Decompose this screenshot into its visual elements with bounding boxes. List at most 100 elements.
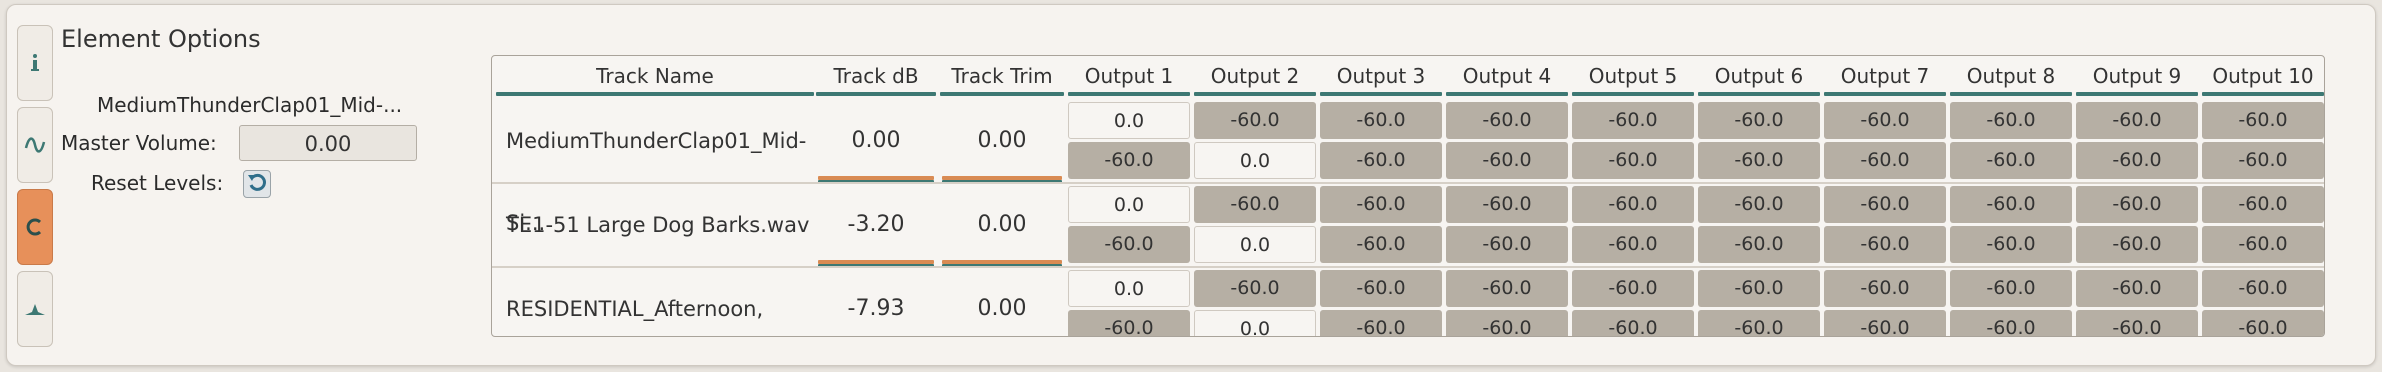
header-underline — [1446, 92, 1568, 96]
element-file-name: MediumThunderClap01_Mid-... — [97, 93, 403, 117]
reset-icon — [247, 172, 267, 196]
output-level-cell[interactable]: -60.0 — [2202, 310, 2324, 336]
output-level-cell[interactable]: -60.0 — [1572, 102, 1694, 139]
wave-icon — [24, 136, 46, 154]
output-level-cell[interactable]: -60.0 — [1950, 226, 2072, 263]
output-level-cell[interactable]: -60.0 — [2076, 142, 2198, 179]
column-header-label: Track Trim — [951, 64, 1053, 88]
output-level-cell[interactable]: -60.0 — [1950, 186, 2072, 223]
output-level-cell[interactable]: -60.0 — [1194, 186, 1316, 223]
output-level-cell[interactable]: -60.0 — [1824, 186, 1946, 223]
output-level-cell[interactable]: -60.0 — [1698, 270, 1820, 307]
column-header-output-7[interactable]: Output 7 — [1824, 56, 1946, 98]
output-level-cell[interactable]: -60.0 — [1572, 226, 1694, 263]
column-header-output-4[interactable]: Output 4 — [1446, 56, 1568, 98]
output-level-cell[interactable]: 0.0 — [1068, 186, 1190, 223]
output-level-cell[interactable]: -60.0 — [1824, 226, 1946, 263]
output-level-cell[interactable]: -60.0 — [2202, 186, 2324, 223]
output-level-cell[interactable]: -60.0 — [1068, 226, 1190, 263]
output-level-cell[interactable]: -60.0 — [1572, 186, 1694, 223]
column-header-output-10[interactable]: Output 10 — [2202, 56, 2324, 98]
output-level-cell[interactable]: 0.0 — [1068, 102, 1190, 139]
track-name-cell[interactable]: MediumThunderClap01_Mid-Si... — [496, 100, 814, 235]
output-level-cell[interactable]: -60.0 — [1194, 102, 1316, 139]
track-trim-cell[interactable]: 0.00 — [940, 184, 1064, 266]
output-level-cell[interactable]: -60.0 — [2076, 186, 2198, 223]
output-level-cell[interactable]: -60.0 — [1572, 142, 1694, 179]
column-header-output-6[interactable]: Output 6 — [1698, 56, 1820, 98]
output-level-cell[interactable]: -60.0 — [1950, 102, 2072, 139]
output-level-cell[interactable]: -60.0 — [1320, 102, 1442, 139]
output-level-cell[interactable]: -60.0 — [1446, 186, 1568, 223]
track-name-cell[interactable]: TE1-51 Large Dog Barks.wav — [496, 184, 814, 266]
output-level-cell[interactable]: -60.0 — [1320, 270, 1442, 307]
output-level-cell[interactable]: -60.0 — [1194, 270, 1316, 307]
output-level-cell[interactable]: -60.0 — [1320, 186, 1442, 223]
column-header-track-name[interactable]: Track Name — [496, 56, 814, 98]
info-icon — [28, 53, 42, 73]
output-level-cell[interactable]: -60.0 — [1320, 142, 1442, 179]
column-header-output-5[interactable]: Output 5 — [1572, 56, 1694, 98]
output-level-cell[interactable]: 0.0 — [1194, 226, 1316, 263]
output-level-cell[interactable]: -60.0 — [1698, 142, 1820, 179]
tab-info[interactable] — [17, 25, 53, 101]
output-level-cell[interactable]: -60.0 — [1572, 270, 1694, 307]
output-level-cell[interactable]: -60.0 — [1698, 186, 1820, 223]
output-level-cell[interactable]: -60.0 — [2202, 226, 2324, 263]
output-level-cell[interactable]: -60.0 — [2202, 102, 2324, 139]
element-options-panel: Element Options MediumThunderClap01_Mid-… — [6, 4, 2376, 366]
master-volume-input[interactable]: 0.00 — [239, 125, 417, 161]
output-level-cell[interactable]: 0.0 — [1194, 310, 1316, 336]
column-header-output-3[interactable]: Output 3 — [1320, 56, 1442, 98]
output-level-cell[interactable]: -60.0 — [1446, 270, 1568, 307]
column-header-track-db[interactable]: Track dB — [816, 56, 936, 98]
tab-routing[interactable] — [17, 189, 53, 265]
track-db-cell[interactable]: -7.93 — [816, 268, 936, 336]
output-level-cell[interactable]: -60.0 — [2076, 226, 2198, 263]
column-header-output-2[interactable]: Output 2 — [1194, 56, 1316, 98]
output-level-cell[interactable]: -60.0 — [1320, 310, 1442, 336]
output-level-cell[interactable]: -60.0 — [2076, 270, 2198, 307]
track-trim-cell[interactable]: 0.00 — [940, 268, 1064, 336]
output-level-cell[interactable]: 0.0 — [1068, 270, 1190, 307]
output-level-cell[interactable]: -60.0 — [1446, 142, 1568, 179]
reset-levels-button[interactable] — [243, 170, 271, 198]
column-header-label: Output 1 — [1084, 64, 1174, 88]
header-underline — [1698, 92, 1820, 96]
tab-waveform[interactable] — [17, 107, 53, 183]
output-level-cell[interactable]: -60.0 — [1824, 270, 1946, 307]
column-header-output-8[interactable]: Output 8 — [1950, 56, 2072, 98]
output-level-cell[interactable]: -60.0 — [1320, 226, 1442, 263]
output-level-cell[interactable]: -60.0 — [2076, 310, 2198, 336]
output-level-cell[interactable]: -60.0 — [1698, 102, 1820, 139]
master-volume-label: Master Volume: — [61, 131, 217, 155]
output-level-cell[interactable]: -60.0 — [2076, 102, 2198, 139]
track-db-cell[interactable]: -3.20 — [816, 184, 936, 266]
column-header-track-trim[interactable]: Track Trim — [940, 56, 1064, 98]
output-level-cell[interactable]: -60.0 — [2202, 270, 2324, 307]
output-level-cell[interactable]: 0.0 — [1194, 142, 1316, 179]
track-trim-cell[interactable]: 0.00 — [940, 100, 1064, 182]
output-level-cell[interactable]: -60.0 — [1950, 142, 2072, 179]
output-level-cell[interactable]: -60.0 — [1950, 270, 2072, 307]
column-header-output-1[interactable]: Output 1 — [1068, 56, 1190, 98]
track-db-cell[interactable]: 0.00 — [816, 100, 936, 182]
tab-eq[interactable] — [17, 271, 53, 347]
header-underline — [816, 92, 936, 96]
output-level-cell[interactable]: -60.0 — [1698, 310, 1820, 336]
column-header-output-9[interactable]: Output 9 — [2076, 56, 2198, 98]
output-level-cell[interactable]: -60.0 — [1698, 226, 1820, 263]
column-header-label: Output 7 — [1840, 64, 1930, 88]
output-level-cell[interactable]: -60.0 — [1824, 102, 1946, 139]
output-level-cell[interactable]: -60.0 — [2202, 142, 2324, 179]
output-level-cell[interactable]: -60.0 — [1446, 102, 1568, 139]
output-level-cell[interactable]: -60.0 — [1068, 142, 1190, 179]
output-level-cell[interactable]: -60.0 — [1068, 310, 1190, 336]
output-level-cell[interactable]: -60.0 — [1824, 142, 1946, 179]
output-level-cell[interactable]: -60.0 — [1446, 226, 1568, 263]
track-name-cell[interactable]: RESIDENTIAL_Afternoon, Birds,... — [496, 268, 814, 336]
output-level-cell[interactable]: -60.0 — [1824, 310, 1946, 336]
output-level-cell[interactable]: -60.0 — [1950, 310, 2072, 336]
output-level-cell[interactable]: -60.0 — [1572, 310, 1694, 336]
output-level-cell[interactable]: -60.0 — [1446, 310, 1568, 336]
